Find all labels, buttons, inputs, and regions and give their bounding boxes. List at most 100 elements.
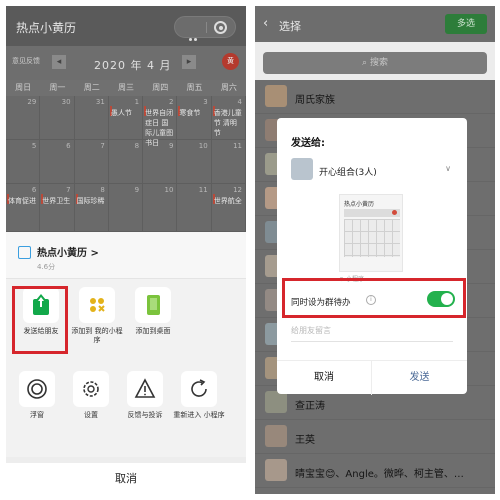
month-bar: 意见反馈 ◂ 2020 年 4 月 ▸ 黄 (6, 46, 246, 80)
event-label: 愚人节 (110, 109, 132, 117)
sheet-cancel-button[interactable]: 取消 (6, 457, 246, 494)
desktop-icon (135, 287, 171, 323)
weekday-label: 周日 (15, 83, 32, 92)
contact-name: 周氏家族 (295, 95, 335, 106)
add-to-my-mini-program-label: 添加到 我的小程序 (71, 327, 123, 344)
chevron-down-icon[interactable]: ∨ (445, 164, 451, 173)
dialog-buttons: 取消 发送 (277, 360, 467, 395)
close-target-icon[interactable] (214, 21, 227, 34)
day-number: 6 (66, 142, 71, 150)
next-month-button[interactable]: ▸ (182, 55, 196, 69)
avatar (265, 459, 287, 481)
search-icon: ⌕ (362, 58, 370, 68)
send-to-dialog: 发送给: 开心组合(3人) ∨ 热点小黄历 ⊘ 小程序 同时设为群待办 i 给朋… (277, 118, 467, 395)
weekday-label: 周二 (83, 83, 100, 92)
calendar-day-cell[interactable]: 3 寒食节 (177, 96, 212, 140)
app-title: 热点小黄历 (16, 21, 77, 35)
calendar-day-cell[interactable]: 31 (74, 96, 109, 140)
feedback-link[interactable]: 意见反馈 (12, 56, 40, 66)
mini-program-icon (79, 287, 115, 323)
calendar-day-cell[interactable]: 10 (143, 184, 178, 232)
calendar-day-cell[interactable]: 29 (6, 96, 41, 140)
sheet-app-name[interactable]: 热点小黄历 > (37, 244, 99, 259)
float-window-action[interactable]: 浮窗 (10, 371, 64, 420)
calendar-day-cell[interactable]: 5 (6, 140, 41, 184)
left-phone-screen: 热点小黄历 意见反馈 ◂ 2020 年 4 月 ▸ 黄 周日 周一 周二 周三 周四 周五… (6, 6, 246, 494)
calendar-day-cell[interactable]: 2 世界自闭症日 国际儿童图书日 (143, 96, 178, 147)
contact-row[interactable]: 晴宝宝😊、Angle。微晔、柯主管、… (255, 454, 495, 488)
calendar-day-cell[interactable]: 8 国际珍稀 (74, 184, 109, 232)
mini-program-preview-card: 热点小黄历 (339, 194, 403, 272)
day-number: 8 (100, 186, 105, 194)
settings-action[interactable]: 设置 (64, 371, 118, 420)
search-input[interactable]: ⌕ 搜索 (263, 52, 487, 74)
select-title: 选择 (279, 20, 301, 33)
calendar-day-cell[interactable]: 7 世界卫生 (40, 184, 75, 232)
preview-badge (392, 210, 397, 215)
action-row-secondary: 浮窗 设置 反馈与投诉 重新进入 小程序 (6, 371, 246, 451)
feedback-complaint-label: 反馈与投诉 (127, 411, 163, 419)
day-number: 2 (168, 98, 174, 106)
calendar-day-cell[interactable]: 6 (40, 140, 75, 184)
add-to-desktop-action[interactable]: 添加到桌面 (126, 287, 180, 336)
calendar-day-cell[interactable]: 1 愚人节 (108, 96, 144, 140)
weekday-label: 周一 (49, 83, 66, 92)
reenter-mini-program-action[interactable]: 重新进入 小程序 (172, 371, 226, 420)
day-number: 7 (100, 142, 105, 150)
calendar-day-cell[interactable]: 4 香港儿童节 清明节 (211, 96, 246, 140)
sheet-app-header[interactable]: 热点小黄历 > 4.6分 (6, 233, 246, 279)
contact-row[interactable]: 周氏家族 (255, 80, 495, 114)
multi-select-button[interactable]: 多选 (445, 14, 487, 34)
weekday-header: 周日 周一 周二 周三 周四 周五 周六 (6, 80, 246, 96)
prev-month-button[interactable]: ◂ (52, 55, 66, 69)
dialog-cancel-button[interactable]: 取消 (277, 361, 372, 395)
add-to-desktop-label: 添加到桌面 (135, 327, 171, 335)
select-header: ‹ 选择 多选 (255, 6, 495, 42)
calendar-day-cell[interactable]: 10 (177, 140, 212, 184)
calendar-day-cell[interactable]: 11 (177, 184, 212, 232)
day-number: 31 (95, 98, 105, 106)
event-label: 世界卫生 (42, 197, 71, 205)
avatar (265, 425, 287, 447)
month-label: 2020 年 4 月 (94, 59, 172, 72)
day-number: 10 (198, 142, 208, 150)
calendar-app-icon (18, 246, 31, 259)
event-label: 体育促进 (8, 197, 36, 205)
day-number: 1 (134, 98, 140, 106)
calendar-day-cell[interactable]: 11 (211, 140, 246, 184)
calendar-day-cell[interactable]: 30 (40, 96, 75, 140)
weekday-label: 周四 (152, 83, 169, 92)
capsule-menu[interactable] (174, 16, 236, 60)
right-phone-screen: ‹ 选择 多选 ⌕ 搜索 周氏家族臭臭的妈妈查正涛王英晴宝宝😊、Angle。微晔… (255, 6, 495, 494)
add-to-my-mini-program-action[interactable]: 添加到 我的小程序 (70, 287, 124, 345)
weekday-label: 周三 (117, 83, 134, 92)
day-number: 7 (66, 186, 71, 194)
contact-name: 查正涛 (295, 401, 325, 412)
feedback-complaint-action[interactable]: 反馈与投诉 (118, 371, 172, 420)
calendar-day-cell[interactable]: 6 体育促进 (6, 184, 41, 232)
day-number: 11 (233, 142, 242, 150)
calendar-day-cell[interactable]: 9 (108, 184, 144, 232)
float-window-icon (19, 371, 55, 407)
day-number: 8 (134, 142, 140, 150)
calendar-day-cell[interactable]: 7 (74, 140, 109, 184)
more-icon[interactable] (189, 26, 203, 60)
contact-name: 晴宝宝😊、Angle。微晔、柯主管、… (295, 469, 464, 480)
sheet-app-rating: 4.6分 (37, 263, 56, 271)
preview-calendar-grid (344, 219, 400, 257)
day-number: 9 (168, 142, 174, 150)
message-input[interactable]: 给朋友留言 (291, 324, 453, 342)
day-number: 11 (198, 186, 208, 194)
day-number: 3 (203, 98, 208, 106)
calendar-day-cell[interactable]: 9 (143, 140, 178, 184)
preview-title: 热点小黄历 (344, 201, 375, 208)
dialog-send-button[interactable]: 发送 (372, 361, 467, 395)
calendar-day-cell[interactable]: 8 (108, 140, 144, 184)
settings-icon (73, 371, 109, 407)
huangli-badge[interactable]: 黄 (222, 53, 239, 70)
reenter-mini-program-label: 重新进入 小程序 (173, 411, 225, 419)
calendar-day-cell[interactable]: 12 世界航全 (211, 184, 246, 232)
back-icon[interactable]: ‹ (263, 16, 268, 31)
warning-icon (127, 371, 163, 407)
contact-row[interactable]: 王英 (255, 420, 495, 454)
